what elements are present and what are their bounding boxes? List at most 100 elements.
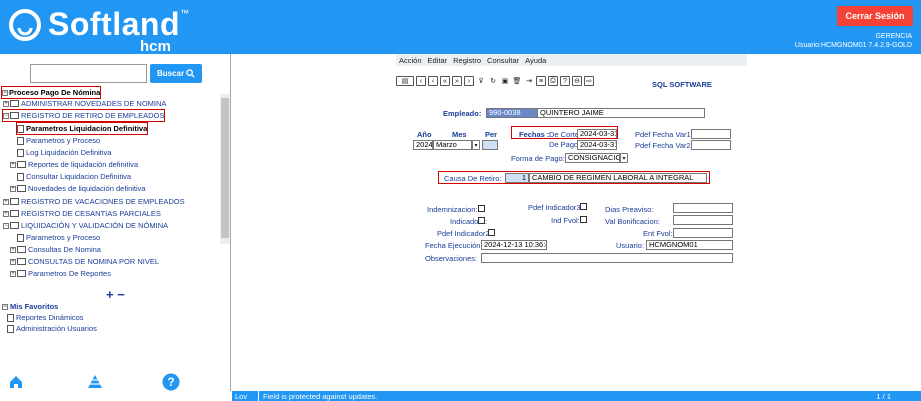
pdef-ind2-label: Pdef Indicador2:: [437, 229, 492, 238]
refresh-icon[interactable]: ↻: [488, 76, 498, 86]
tree-item-selected[interactable]: Parametros Liquidacion Definitiva: [15, 122, 149, 135]
tree-item[interactable]: Log Liquidación Definitiva: [17, 147, 111, 158]
collapse-icon[interactable]: −: [3, 112, 9, 119]
collapse-icon[interactable]: −: [2, 303, 8, 310]
delete-icon[interactable]: 🗑: [512, 76, 522, 86]
add-remove-favorite[interactable]: + −: [106, 287, 125, 302]
causa-code-field[interactable]: 1: [505, 173, 529, 183]
empleado-name-field: QUINTERO JAIME: [537, 108, 705, 118]
pdef-var2-field[interactable]: [691, 140, 731, 150]
next-set-icon[interactable]: »: [452, 76, 462, 86]
document-icon: [17, 233, 24, 242]
expand-icon[interactable]: +: [10, 270, 16, 277]
mes-select[interactable]: Marzo: [433, 140, 472, 150]
dias-preaviso-field[interactable]: [673, 203, 733, 213]
forma-pago-select[interactable]: CONSIGNACION: [565, 153, 620, 163]
folder-icon: [10, 198, 19, 205]
tree-item[interactable]: + ADMINISTRAR NOVEDADES DE NOMINA: [3, 98, 166, 109]
menu-accion[interactable]: Acción: [399, 56, 422, 65]
chevron-down-icon[interactable]: ▾: [620, 153, 628, 163]
ind-fvol-checkbox[interactable]: [580, 216, 587, 223]
user-info: GERENCIA Usuario:HCMGNOM01 7.4.2.9-GOLD: [795, 32, 912, 50]
chevron-down-icon[interactable]: ▾: [472, 140, 480, 150]
prev-record-icon[interactable]: ‹: [428, 76, 438, 86]
tree-item[interactable]: Parametros y Proceso: [17, 232, 100, 243]
tree-item[interactable]: − REGISTRO DE RETIRO DE EMPLEADOS: [1, 109, 166, 122]
folder-icon: [17, 246, 26, 253]
collapse-icon[interactable]: ⊖: [572, 76, 582, 86]
expand-icon[interactable]: +: [3, 100, 9, 107]
val-bonif-field[interactable]: [673, 215, 733, 225]
sql-software-label: SQL SOFTWARE: [652, 80, 712, 89]
tree-item[interactable]: + Reportes de liquidación definitiva: [10, 159, 138, 170]
first-record-icon[interactable]: ‹: [416, 76, 426, 86]
tree-item[interactable]: + Novedades de liquidación definitiva: [10, 183, 146, 194]
menu-registro[interactable]: Registro: [453, 56, 481, 65]
pdef-ind3-checkbox[interactable]: [580, 203, 587, 210]
help-icon[interactable]: ?: [560, 76, 570, 86]
menu-ayuda[interactable]: Ayuda: [525, 56, 546, 65]
pdef-var1-field[interactable]: [691, 129, 731, 139]
dias-preaviso-label: Dias Preaviso:: [605, 205, 654, 214]
filter-icon[interactable]: ⊽: [476, 76, 486, 86]
indicador1-checkbox[interactable]: [478, 217, 485, 224]
app-header: Softland ™ hcm Cerrar Sesión GERENCIA Us…: [0, 0, 921, 55]
tree-root[interactable]: − Proceso Pago De Nómina: [0, 86, 102, 99]
tree-scrollbar-thumb[interactable]: [221, 98, 229, 238]
indemnizacion-checkbox[interactable]: [478, 205, 485, 212]
per-field[interactable]: [482, 140, 498, 150]
exit-form-icon[interactable]: ⇨: [584, 76, 594, 86]
tree-item[interactable]: + Consultas De Nomina: [10, 244, 101, 255]
home-icon[interactable]: [8, 374, 24, 390]
tree-item[interactable]: + REGISTRO DE VACACIONES DE EMPLEADOS: [3, 196, 185, 207]
observaciones-label: Observaciones:: [425, 254, 478, 263]
observaciones-field[interactable]: [481, 253, 733, 263]
collapse-icon[interactable]: −: [2, 89, 8, 96]
menu-consultar[interactable]: Consultar: [487, 56, 519, 65]
tree-item[interactable]: + Parametros De Reportes: [10, 268, 111, 279]
help-icon[interactable]: ?: [162, 373, 180, 391]
expand-icon[interactable]: +: [10, 185, 16, 192]
user-line: Usuario:HCMGNOM01 7.4.2.9-GOLD: [794, 42, 912, 49]
val-bonif-label: Val Bonificacion:: [605, 217, 660, 226]
exit-icon[interactable]: ⇥: [524, 76, 534, 86]
empleado-code-field[interactable]: 990-0038: [486, 108, 541, 118]
expand-icon[interactable]: +: [3, 198, 9, 205]
search-button[interactable]: Buscar: [150, 64, 202, 83]
logout-button[interactable]: Cerrar Sesión: [837, 6, 913, 26]
expand-icon[interactable]: +: [3, 210, 9, 217]
tree-item[interactable]: + REGISTRO DE CESANTIAS PARCIALES: [3, 208, 161, 219]
ent-fvol-field[interactable]: [673, 228, 733, 238]
tree-item[interactable]: − LIQUIDACIÓN Y VALIDACIÓN DE NÓMINA: [3, 220, 168, 231]
favorites-title[interactable]: − Mis Favoritos: [2, 302, 58, 311]
disk-icon[interactable]: ▣: [500, 76, 510, 86]
favorite-item[interactable]: Administración Usuarios: [7, 324, 97, 333]
tree-item[interactable]: + CONSULTAS DE NOMINA POR NIVEL: [10, 256, 159, 267]
next-record-icon[interactable]: ›: [464, 76, 474, 86]
search-input[interactable]: [30, 64, 147, 83]
fecha-ejec-label: Fecha Ejecución:: [425, 241, 483, 250]
save-icon[interactable]: ▤: [396, 76, 414, 86]
tree-label: Parametros Liquidacion Definitiva: [26, 124, 148, 133]
hierarchy-icon[interactable]: [87, 374, 103, 390]
list-icon[interactable]: ≡: [536, 76, 546, 86]
expand-icon[interactable]: +: [10, 258, 16, 265]
favorite-item[interactable]: Reportes Dinámicos: [7, 313, 84, 322]
main-panel: Acción Editar Registro Consultar Ayuda ▤…: [232, 54, 921, 391]
folder-icon: [10, 210, 19, 217]
folder-icon: [17, 270, 26, 277]
menu-editar[interactable]: Editar: [428, 56, 448, 65]
print-icon[interactable]: ⎙: [548, 76, 558, 86]
pdef-ind2-checkbox[interactable]: [488, 229, 495, 236]
collapse-icon[interactable]: −: [3, 222, 9, 229]
expand-icon[interactable]: +: [10, 161, 16, 168]
anio-field[interactable]: 2024: [413, 140, 433, 150]
tree-item[interactable]: Parametros y Proceso: [17, 135, 100, 146]
per-label: Per: [485, 130, 498, 139]
document-icon: [17, 148, 24, 157]
expand-icon[interactable]: +: [10, 246, 16, 253]
de-pago-field[interactable]: 2024-03-31: [577, 140, 617, 150]
document-icon: [7, 324, 14, 333]
tree-item[interactable]: Consultar Liquidacion Definitiva: [17, 171, 131, 182]
prev-set-icon[interactable]: «: [440, 76, 450, 86]
